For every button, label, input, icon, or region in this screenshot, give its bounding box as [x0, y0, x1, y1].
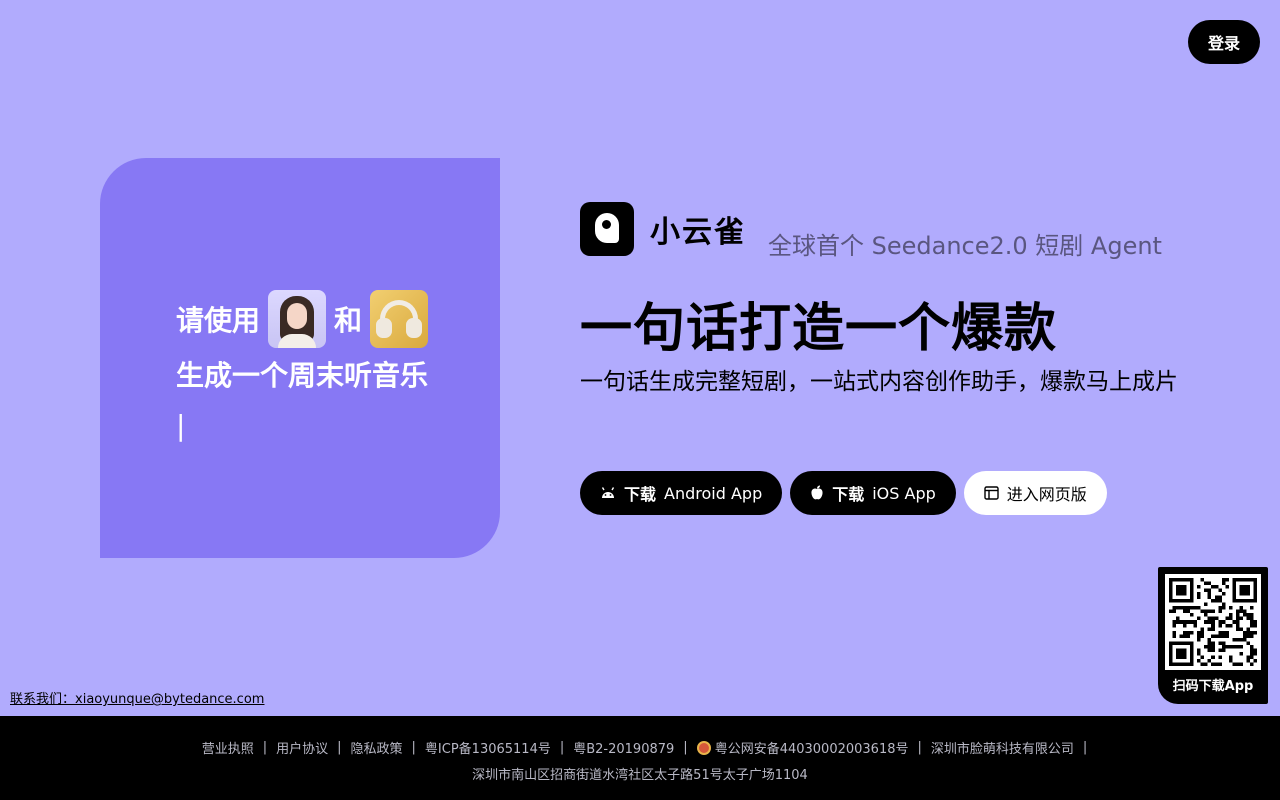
headphones-thumbnail	[370, 290, 429, 348]
cta-row: 下载 Android App 下载 iOS App 进入网页版	[580, 471, 1107, 515]
portrait-thumbnail	[268, 290, 327, 348]
apple-icon	[811, 485, 823, 500]
contact-email: xiaoyunque@bytedance.com	[75, 692, 265, 707]
android-download-label: 下载	[624, 485, 657, 504]
brand-name: 小云雀	[650, 215, 746, 250]
login-button[interactable]: 登录	[1188, 20, 1260, 64]
footer-link[interactable]: 粤B2-20190879	[564, 738, 683, 757]
footer-link[interactable]: 粤公网安备44030002003618号	[688, 738, 918, 757]
ios-app-label: iOS App	[872, 483, 936, 503]
download-ios-button[interactable]: 下载 iOS App	[790, 471, 956, 515]
contact-label: 联系我们：	[10, 692, 76, 707]
demo-prefix: 请使用	[176, 304, 261, 337]
footer-address: 深圳市南山区招商街道水湾社区太子路51号太子广场1104	[472, 768, 808, 783]
brand: 小云雀	[580, 202, 746, 256]
xiaoyunque-logo-icon	[580, 202, 634, 256]
qr-download-box: 扫码下载App	[1158, 567, 1268, 704]
footer: 营业执照 | 用户协议 | 隐私政策 | 粤ICP备13065114号 | 粤B2-201908…	[0, 716, 1280, 800]
text-cursor: |	[176, 408, 186, 442]
footer-link[interactable]: 营业执照	[193, 738, 263, 757]
ios-download-label: 下载	[832, 485, 865, 504]
page-subline: 一句话生成完整短剧，一站式内容创作助手，爆款马上成片	[580, 369, 1178, 395]
demo-connector: 和	[334, 304, 363, 337]
footer-separator: |	[1082, 740, 1088, 755]
hero-section: 登录 请使用 和 生成一个周末听音乐 | 小云雀 全球首个 Seedance2.…	[0, 0, 1280, 716]
footer-link[interactable]: 隐私政策	[342, 738, 412, 757]
enter-web-button[interactable]: 进入网页版	[963, 471, 1107, 515]
police-badge-icon	[696, 741, 711, 755]
qr-label: 扫码下载App	[1172, 679, 1254, 694]
browser-window-icon	[984, 486, 999, 500]
footer-link[interactable]: 用户协议	[267, 738, 337, 757]
footer-links: 营业执照 | 用户协议 | 隐私政策 | 粤ICP备13065114号 | 粤B2-201908…	[0, 738, 1280, 757]
footer-link[interactable]: 深圳市脸萌科技有限公司	[922, 738, 1083, 757]
brand-tagline: 全球首个 Seedance2.0 短剧 Agent	[768, 232, 1162, 260]
android-app-label: Android App	[664, 483, 763, 503]
demo-prompt-line-1: 请使用 和	[176, 290, 436, 348]
demo-prompt-line-2: 生成一个周末听音乐	[176, 359, 429, 392]
page-headline: 一句话打造一个爆款	[580, 299, 1058, 359]
web-label: 进入网页版	[1006, 485, 1087, 504]
footer-link[interactable]: 粤ICP备13065114号	[416, 738, 560, 757]
demo-card: 请使用 和 生成一个周末听音乐 |	[100, 158, 500, 558]
contact-link[interactable]: 联系我们：xiaoyunque@bytedance.com	[10, 688, 264, 707]
qr-code	[1165, 574, 1261, 670]
android-icon	[601, 487, 615, 498]
download-android-button[interactable]: 下载 Android App	[580, 471, 783, 515]
